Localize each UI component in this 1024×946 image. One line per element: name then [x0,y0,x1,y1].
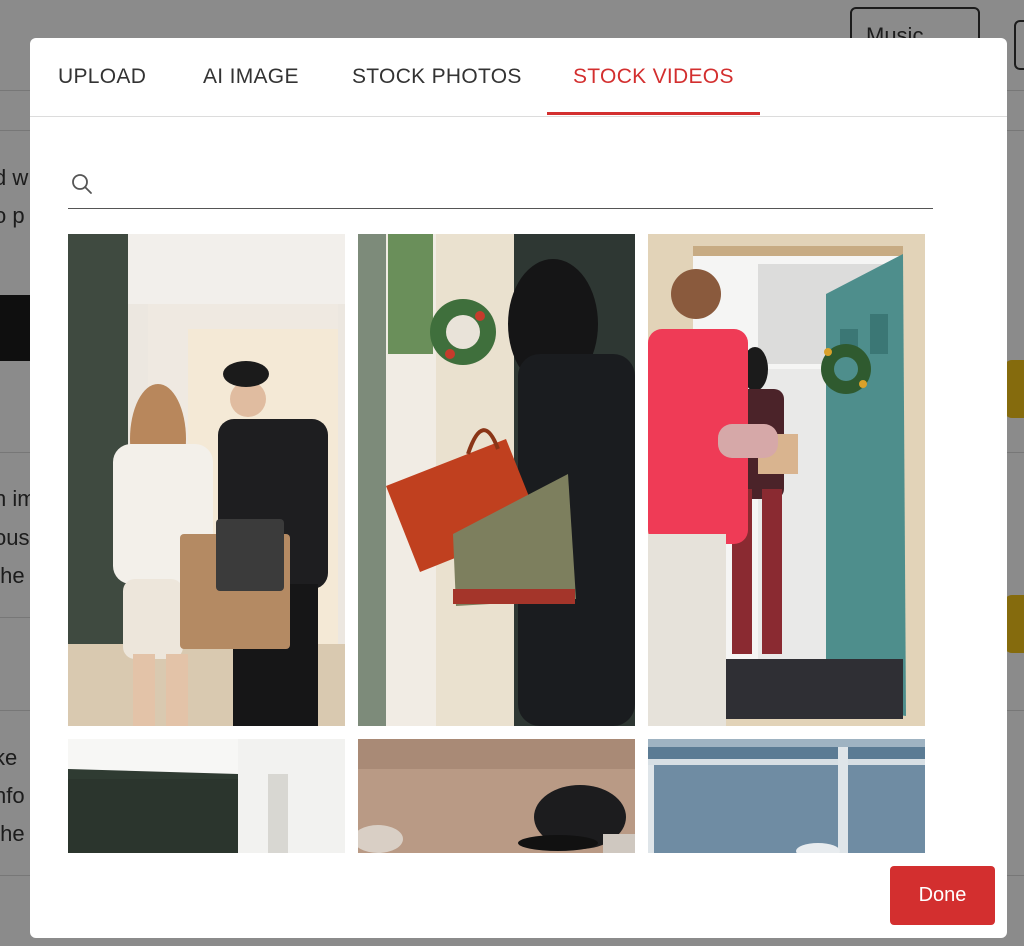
video-grid [68,234,938,853]
done-button[interactable]: Done [890,866,995,925]
video-thumbnail[interactable] [68,739,345,853]
video-thumbnail[interactable] [358,739,635,853]
video-thumbnail[interactable] [648,739,925,853]
search-icon [70,172,94,196]
tab-ai-image[interactable]: AI IMAGE [203,38,299,116]
video-thumbnail[interactable] [68,234,345,726]
video-thumbnail[interactable] [358,234,635,726]
tab-upload[interactable]: UPLOAD [58,38,146,116]
tab-bar: UPLOAD AI IMAGE STOCK PHOTOS STOCK VIDEO… [30,38,1007,117]
tab-stock-photos[interactable]: STOCK PHOTOS [352,38,522,116]
tab-stock-videos[interactable]: STOCK VIDEOS [573,38,734,116]
video-thumbnail[interactable] [648,234,925,726]
media-picker-modal: UPLOAD AI IMAGE STOCK PHOTOS STOCK VIDEO… [30,38,1007,938]
active-tab-indicator [547,112,760,115]
search-bar [68,166,933,209]
search-input[interactable] [108,170,912,204]
